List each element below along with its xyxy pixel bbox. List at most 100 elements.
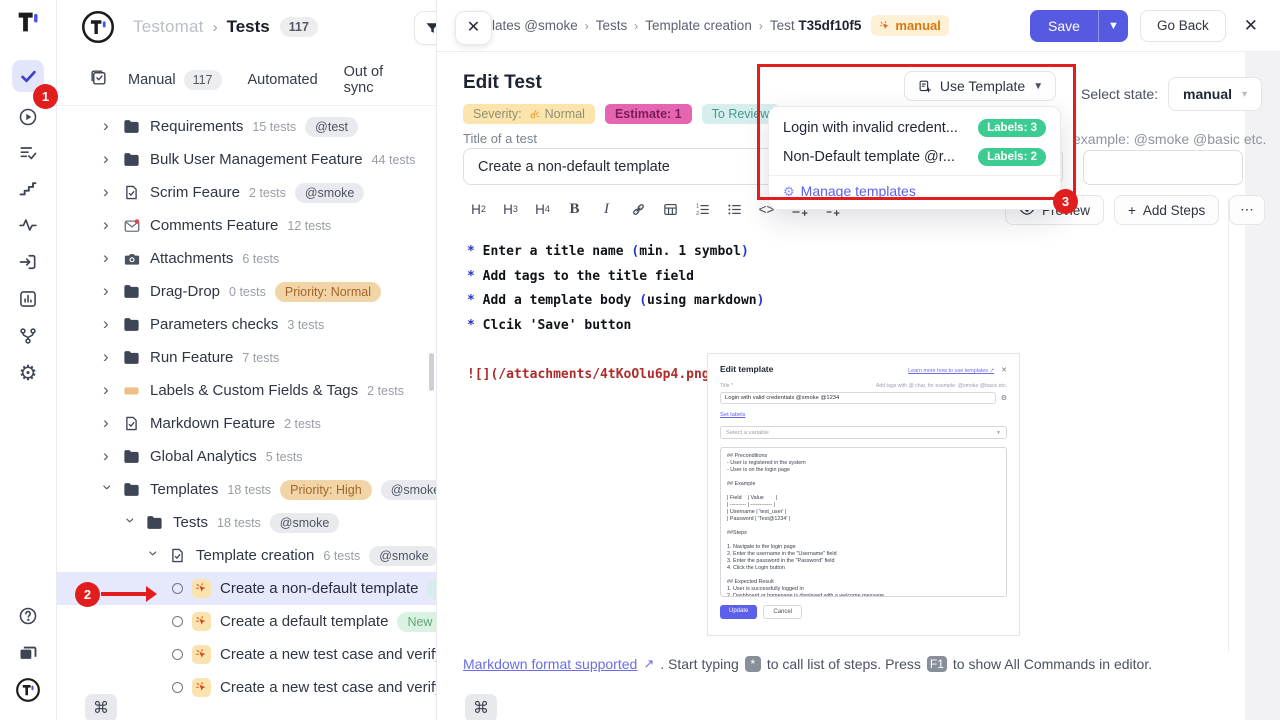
tree-item[interactable]: ›Drag-Drop0 testsPriority: Normal <box>57 275 436 308</box>
tab-automated[interactable]: Automated <box>248 72 318 88</box>
tree-item[interactable]: ›Labels & Custom Fields & Tags2 tests <box>57 374 436 407</box>
shot-tags-hint: Add tags with @ char, for example: @smok… <box>876 383 1007 389</box>
test-state-circle-icon[interactable] <box>172 583 183 594</box>
tree-item[interactable]: ›Templates18 testsPriority: High@smoke <box>57 473 436 506</box>
rail-import-icon[interactable] <box>12 246 44 278</box>
crumb-template-creation[interactable]: Template creation <box>645 18 752 33</box>
breadcrumb-section[interactable]: Tests <box>227 17 270 37</box>
tree-item-count: 3 tests <box>287 318 324 332</box>
editor-command-palette-button[interactable]: ⌘ <box>465 694 497 720</box>
tree-item[interactable]: ›Markdown Feature2 tests <box>57 407 436 440</box>
toolbar-bold-button[interactable]: B <box>561 195 588 223</box>
tree-item[interactable]: ›Parameters checks3 tests <box>57 308 436 341</box>
rail-pulse-icon[interactable] <box>12 209 44 241</box>
toolbar-ordered-list-button[interactable]: 12 <box>689 195 716 223</box>
more-actions-button[interactable]: ⋯ <box>1229 195 1265 225</box>
save-dropdown-caret[interactable]: ▼ <box>1098 10 1128 42</box>
chevron-right-icon[interactable]: › <box>103 447 113 464</box>
crumb-tests[interactable]: Tests <box>596 18 628 33</box>
command-palette-button[interactable]: ⌘ <box>85 694 117 720</box>
toolbar-link-button[interactable] <box>625 195 652 223</box>
tree-item[interactable]: Create a non-default templateTo <box>57 572 436 605</box>
toolbar-italic-button[interactable]: I <box>593 195 620 223</box>
tab-manual[interactable]: Manual 117 <box>128 70 222 90</box>
close-editor-icon[interactable]: ✕ <box>1244 16 1258 36</box>
close-icon: ✕ <box>467 20 480 36</box>
test-state-circle-icon[interactable] <box>172 682 183 693</box>
app-window: ⚙ Testomat › Tests 117 ✕ <box>0 0 1280 720</box>
tree-item[interactable]: ›Attachments6 tests <box>57 242 436 275</box>
rail-tests-icon[interactable] <box>12 60 44 92</box>
chevron-down-icon[interactable]: › <box>146 551 163 561</box>
folder-icon <box>122 282 141 301</box>
tree-item[interactable]: ›Bulk User Management Feature44 tests <box>57 143 436 176</box>
tree-item-count: 5 tests <box>266 450 303 464</box>
tree-item[interactable]: Create a default templateNew labe <box>57 605 436 638</box>
checklist-icon[interactable] <box>89 68 108 92</box>
markdown-docs-link[interactable]: Markdown format supported <box>463 656 637 672</box>
folder-icon <box>122 480 141 499</box>
test-state-circle-icon[interactable] <box>172 616 183 627</box>
tree-item[interactable]: ›Scrim Feaure2 tests@smoke <box>57 176 436 209</box>
rail-steps-icon[interactable] <box>12 173 44 205</box>
tab-out-of-sync[interactable]: Out of sync <box>344 64 410 96</box>
go-back-button[interactable]: Go Back <box>1140 10 1226 42</box>
toolbar-h4-button[interactable]: H4 <box>529 195 556 223</box>
brand-t-icon[interactable] <box>14 8 42 36</box>
chevron-right-icon[interactable]: › <box>103 348 113 365</box>
toolbar-table-button[interactable] <box>657 195 684 223</box>
rail-analytics-icon[interactable] <box>12 283 44 315</box>
doc-icon <box>168 546 187 565</box>
chevron-right-icon[interactable]: › <box>103 282 113 299</box>
chevron-right-icon[interactable]: › <box>103 249 113 266</box>
template-menu-item[interactable]: Non-Default template @r...Labels: 2 <box>769 142 1060 171</box>
add-steps-button[interactable]: + Add Steps <box>1114 195 1219 225</box>
rail-settings-gear-icon[interactable]: ⚙ <box>12 357 44 389</box>
sidebar-tabs: Manual 117 Automated Out of sync <box>57 54 436 106</box>
tree-item-count: 6 tests <box>242 252 279 266</box>
tree-item[interactable]: ›Requirements15 tests@test <box>57 110 436 143</box>
manage-templates-link[interactable]: ⚙ Manage templates <box>769 175 1060 203</box>
severity-badge[interactable]: Severity: Normal <box>463 104 595 124</box>
tree-item[interactable]: ›Template creation6 tests@smoke <box>57 539 436 572</box>
breadcrumb-project[interactable]: Testomat <box>133 17 204 37</box>
chevron-down-icon[interactable]: › <box>100 485 117 495</box>
chevron-right-icon[interactable]: › <box>103 216 113 233</box>
rail-brand-circle-icon[interactable] <box>12 674 44 706</box>
sidebar-scrollbar[interactable] <box>429 353 434 391</box>
chevron-right-icon[interactable]: › <box>103 150 113 167</box>
chevron-right-icon[interactable]: › <box>103 117 113 134</box>
chevron-right-icon[interactable]: › <box>103 183 113 200</box>
test-state-circle-icon[interactable] <box>172 649 183 660</box>
tree-item[interactable]: ›Run Feature7 tests <box>57 341 436 374</box>
chevron-right-icon[interactable]: › <box>103 414 113 431</box>
external-link-icon: ↗ <box>643 656 654 672</box>
chevron-right-icon[interactable]: › <box>103 381 113 398</box>
labels-count-badge: Labels: 3 <box>978 119 1046 137</box>
rail-help-icon[interactable] <box>12 600 44 632</box>
state-select[interactable]: manual ▾ <box>1168 77 1262 111</box>
tags-input[interactable] <box>1083 150 1243 185</box>
chevron-down-icon[interactable]: › <box>123 518 140 528</box>
rail-plans-icon[interactable] <box>12 137 44 169</box>
rail-docs-books-icon[interactable] <box>12 637 44 669</box>
estimate-badge[interactable]: Estimate: 1 <box>605 104 692 124</box>
template-menu-item[interactable]: Login with invalid credent...Labels: 3 <box>769 113 1060 142</box>
tree-item[interactable]: ›Global Analytics5 tests <box>57 440 436 473</box>
tree-item[interactable]: Create a new test case and verify <box>57 638 436 671</box>
rail-runs-icon[interactable] <box>12 101 44 133</box>
save-button[interactable]: Save ▼ <box>1030 10 1128 42</box>
chevron-right-icon[interactable]: › <box>103 315 113 332</box>
breadcrumb: Templates @smoke›Tests›Template creation… <box>459 18 861 33</box>
use-template-button[interactable]: Use Template ▼ <box>904 71 1056 101</box>
toolbar-h3-button[interactable]: H3 <box>497 195 524 223</box>
toolbar-bullet-list-button[interactable] <box>721 195 748 223</box>
crumb-test[interactable]: Test <box>770 18 795 33</box>
dots-icon: ⋯ <box>1240 202 1254 218</box>
sidebar-close-button[interactable]: ✕ <box>455 11 492 45</box>
tree-item[interactable]: ›Comments Feature12 tests <box>57 209 436 242</box>
rail-branches-icon[interactable] <box>12 320 44 352</box>
tree-item[interactable]: ›Tests18 tests@smoke <box>57 506 436 539</box>
toolbar-h2-button[interactable]: H2 <box>465 195 492 223</box>
tree-item-count: 44 tests <box>372 153 416 167</box>
